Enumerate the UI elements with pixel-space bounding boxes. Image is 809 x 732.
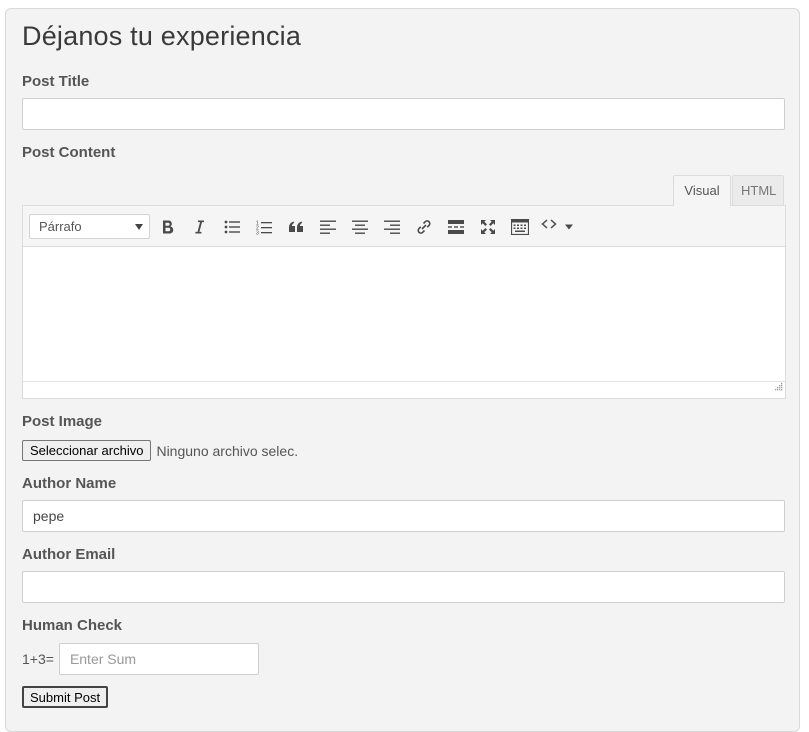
- post-title-label: Post Title: [22, 73, 90, 90]
- format-select[interactable]: Párrafo: [29, 214, 150, 239]
- file-picker: Seleccionar archivo Ninguno archivo sele…: [22, 440, 298, 461]
- choose-file-button[interactable]: Seleccionar archivo: [22, 440, 152, 461]
- bold-icon[interactable]: [156, 215, 180, 239]
- editor-toolbar: Párrafo 123: [23, 206, 785, 247]
- editor-statusbar: [23, 381, 785, 398]
- author-email-input[interactable]: [22, 571, 785, 603]
- human-check-input[interactable]: [58, 643, 259, 675]
- format-select-value: Párrafo: [39, 219, 82, 234]
- author-name-input[interactable]: [22, 500, 785, 532]
- tab-visual[interactable]: Visual: [673, 175, 731, 206]
- chevron-down-icon: [135, 224, 143, 230]
- submit-post-button[interactable]: Submit Post: [22, 686, 109, 708]
- numbered-list-icon[interactable]: 123: [252, 215, 276, 239]
- form-title: Déjanos tu experiencia: [22, 21, 302, 51]
- editor-content-area[interactable]: [23, 247, 785, 381]
- post-content-label: Post Content: [22, 144, 116, 161]
- italic-icon[interactable]: [187, 215, 211, 239]
- submission-form-panel: Déjanos tu experiencia Post Title Post C…: [5, 8, 800, 732]
- bullet-list-icon[interactable]: [220, 215, 244, 239]
- tab-html[interactable]: HTML: [732, 175, 784, 206]
- file-status-text: Ninguno archivo selec.: [156, 442, 299, 459]
- read-more-icon[interactable]: [444, 215, 468, 239]
- fullscreen-icon[interactable]: [476, 215, 500, 239]
- toolbar-toggle-icon[interactable]: [508, 215, 532, 239]
- svg-text:3: 3: [256, 230, 259, 235]
- post-image-label: Post Image: [22, 413, 103, 430]
- blockquote-icon[interactable]: [284, 215, 308, 239]
- resize-handle-icon[interactable]: [773, 378, 783, 396]
- code-icon[interactable]: [539, 213, 579, 237]
- post-content-editor: Párrafo 123: [22, 205, 786, 399]
- align-center-icon[interactable]: [348, 215, 372, 239]
- align-left-icon[interactable]: [316, 215, 340, 239]
- align-right-icon[interactable]: [380, 215, 404, 239]
- human-check-equation: 1+3=: [22, 651, 54, 667]
- post-title-input[interactable]: [22, 98, 785, 130]
- author-name-label: Author Name: [22, 475, 117, 492]
- author-email-label: Author Email: [22, 546, 116, 563]
- human-check-label: Human Check: [22, 617, 123, 634]
- link-icon[interactable]: [412, 215, 436, 239]
- human-check-row: 1+3=: [22, 643, 259, 675]
